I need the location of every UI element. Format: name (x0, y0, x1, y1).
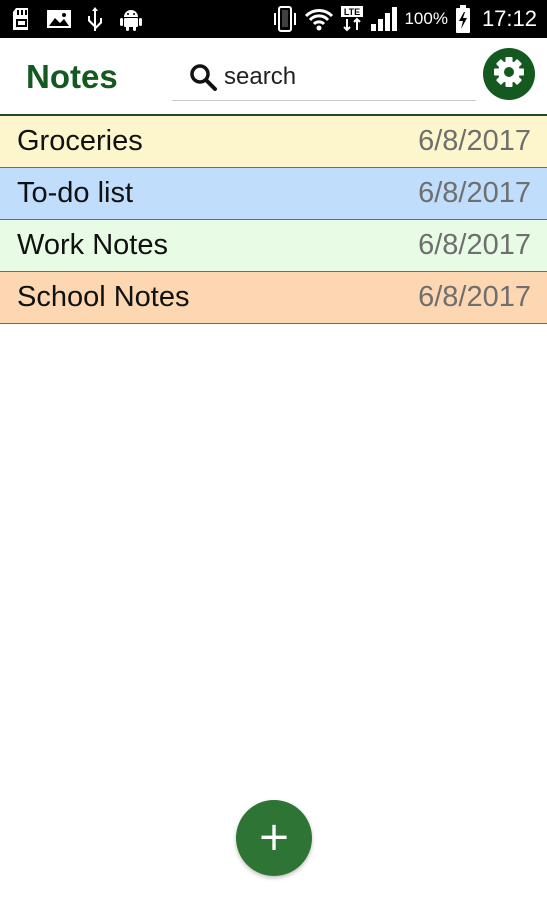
android-icon (118, 6, 144, 32)
plus-icon: + (257, 814, 291, 860)
app-title: Notes (26, 58, 118, 95)
clock: 17:12 (481, 6, 537, 31)
settings-button[interactable] (483, 48, 535, 100)
note-item[interactable]: School Notes 6/8/2017 (0, 272, 547, 324)
note-item[interactable]: Groceries 6/8/2017 (0, 116, 547, 168)
signal-icon (370, 6, 398, 32)
note-date: 6/8/2017 (418, 125, 531, 157)
battery-charging-icon (454, 4, 472, 34)
note-item[interactable]: Work Notes 6/8/2017 (0, 220, 547, 272)
vibrate-icon (272, 5, 298, 33)
battery-percent: 100% (404, 9, 448, 28)
lte-label: LTE (344, 7, 360, 17)
notes-list: Groceries 6/8/2017 To-do list 6/8/2017 W… (0, 116, 547, 324)
note-date: 6/8/2017 (418, 281, 531, 313)
sd-card-icon (12, 7, 32, 31)
search-box[interactable] (172, 54, 476, 101)
note-date: 6/8/2017 (418, 229, 531, 261)
note-date: 6/8/2017 (418, 177, 531, 209)
wifi-icon (304, 7, 334, 31)
lte-icon: LTE (340, 5, 364, 33)
note-item[interactable]: To-do list 6/8/2017 (0, 168, 547, 220)
search-input[interactable] (224, 63, 454, 91)
status-bar: LTE 100% 17:12 (0, 0, 547, 38)
app-header: Notes (0, 38, 547, 114)
search-icon (188, 62, 218, 92)
system-status-icons: LTE 100% 17:12 (272, 4, 547, 34)
notes-app-screen: LTE 100% 17:12 Notes search Groceries 6/… (0, 0, 547, 900)
usb-icon (86, 6, 104, 32)
note-title: Groceries (17, 125, 143, 157)
add-note-button[interactable]: + (236, 800, 312, 876)
note-title: To-do list (17, 177, 134, 209)
image-icon (46, 7, 72, 31)
note-title: School Notes (17, 281, 190, 313)
gear-icon (492, 55, 526, 94)
note-title: Work Notes (17, 229, 168, 261)
notification-icons (0, 6, 144, 32)
